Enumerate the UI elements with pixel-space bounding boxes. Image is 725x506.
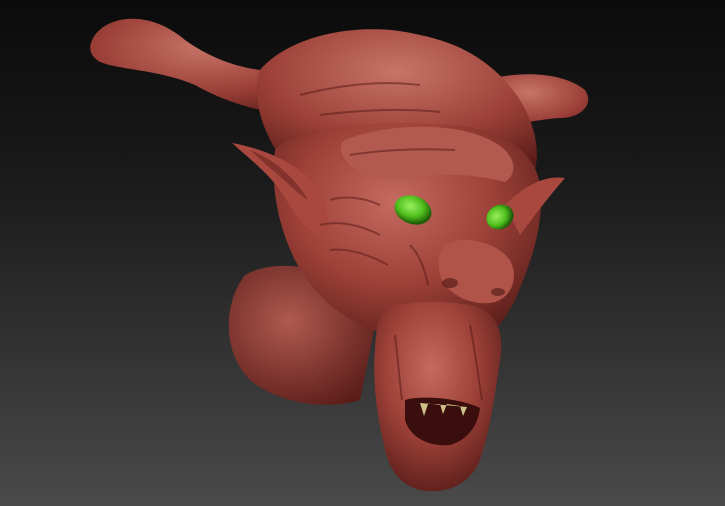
sculpt-viewport[interactable] bbox=[0, 0, 725, 506]
goblin-sculpt-render bbox=[90, 18, 589, 492]
